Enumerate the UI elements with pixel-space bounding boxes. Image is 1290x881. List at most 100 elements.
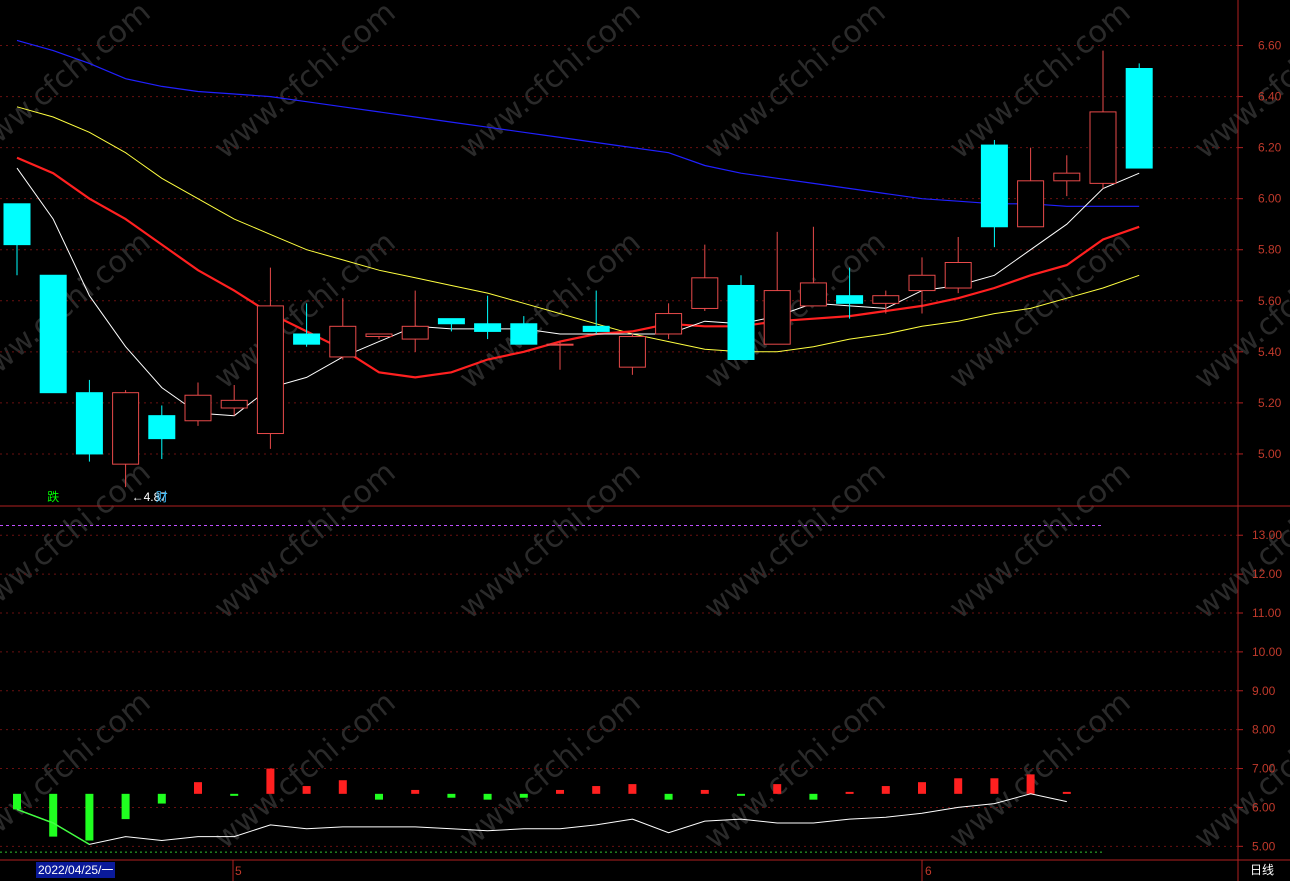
watermark-text: www.cfchi.com: [943, 455, 1138, 626]
sub-y-tick-label: 12.00: [1252, 567, 1282, 581]
watermark-text: www.cfchi.com: [698, 455, 893, 626]
indicator-bar-up: [411, 789, 420, 794]
candle-down: [510, 323, 538, 345]
candle-down: [3, 203, 31, 246]
main-y-tick-label: 5.60: [1258, 294, 1282, 308]
indicator-bar-up: [628, 784, 637, 794]
candle-up: [799, 282, 827, 307]
watermark-text: www.cfchi.com: [698, 685, 893, 856]
indicator-bar-down: [447, 793, 456, 798]
main-y-tick-label: 5.20: [1258, 396, 1282, 410]
candle-up: [365, 333, 393, 338]
candle-up: [401, 325, 429, 340]
watermark-text: www.cfchi.com: [208, 0, 403, 166]
indicator-bar-up: [773, 784, 782, 794]
indicator-bar-up: [700, 789, 709, 794]
candle-down: [1125, 68, 1153, 169]
main-y-tick-label: 5.00: [1258, 447, 1282, 461]
candle-up: [329, 325, 357, 358]
indicator-bar-down: [230, 793, 239, 796]
sub-y-tick-label: 6.00: [1252, 800, 1276, 814]
main-y-tick-label: 6.40: [1258, 90, 1282, 104]
candle-up: [944, 262, 972, 289]
indicator-bar-down: [121, 793, 130, 820]
watermark-text: www.cfchi.com: [698, 225, 893, 396]
indicator-bar-up: [338, 780, 347, 794]
watermark-text: www.cfchi.com: [208, 225, 403, 396]
candle-up: [256, 305, 284, 435]
sub-y-tick-label: 13.00: [1252, 528, 1282, 542]
main-y-tick-label: 5.40: [1258, 345, 1282, 359]
indicator-bar-up: [918, 782, 926, 794]
indicator-bar-up: [194, 782, 202, 794]
indicator-bar-up: [266, 768, 275, 794]
indicator-bar-up: [990, 778, 999, 794]
candle-up: [763, 290, 791, 345]
candle-up: [655, 313, 683, 335]
indicator-bar-up: [954, 778, 963, 794]
main-y-tick-label: 6.00: [1258, 192, 1282, 206]
candle-up: [908, 274, 936, 292]
indicator-bar-up: [845, 791, 854, 794]
sub-y-tick-label: 11.00: [1252, 606, 1281, 620]
indicator-line: [16, 793, 1067, 845]
candle-up: [1017, 180, 1045, 228]
candle-up: [546, 343, 574, 346]
indicator-bar-up: [1062, 791, 1071, 794]
indicator-bar-down: [13, 793, 21, 810]
month-5-label: 5: [235, 864, 242, 878]
watermark-text: www.cfchi.com: [698, 0, 893, 166]
watermark-text: www.cfchi.com: [0, 685, 157, 856]
indicator-bar-up: [302, 786, 311, 794]
candle-up: [184, 394, 212, 422]
watermark-text: www.cfchi.com: [208, 685, 403, 856]
watermark-text: www.cfchi.com: [0, 225, 157, 396]
candle-up: [872, 295, 900, 304]
indicator-bar-down: [737, 793, 745, 796]
indicator-bar-down: [664, 793, 673, 800]
sub-y-tick-label: 9.00: [1252, 684, 1276, 698]
sub-y-tick-label: 8.00: [1252, 723, 1276, 737]
main-y-tick-label: 6.20: [1258, 141, 1282, 155]
indicator-bar-up: [592, 786, 601, 794]
period-label[interactable]: 日线: [1250, 862, 1274, 879]
event-marker: 财: [156, 490, 168, 504]
candle-down: [148, 415, 176, 440]
chart-canvas: www.cfchi.com www.cfchi.com www.cfchi.com w…: [0, 0, 1290, 881]
watermark-text: www.cfchi.com: [453, 0, 648, 166]
indicator-bar-down: [375, 793, 383, 800]
month-6-label: 6: [925, 864, 932, 878]
candle-down: [39, 274, 67, 394]
indicator-bar-down: [519, 793, 528, 798]
main-y-tick-label: 5.80: [1258, 243, 1282, 257]
candle-down: [582, 325, 610, 332]
candle-down: [293, 333, 321, 345]
indicator-bar-down: [85, 793, 94, 841]
cursor-date-label: 2022/04/25/一: [36, 862, 116, 878]
watermark-text: www.cfchi.com: [453, 455, 648, 626]
watermark-text: www.cfchi.com: [0, 455, 157, 626]
watermark-text: www.cfchi.com: [208, 455, 403, 626]
candle-up: [1089, 111, 1117, 184]
candle-up: [1053, 172, 1081, 182]
main-y-tick-label: 6.60: [1258, 39, 1282, 53]
candle-up: [618, 336, 646, 368]
indicator-bar-down: [157, 793, 166, 804]
watermark-text: www.cfchi.com: [943, 225, 1138, 396]
sub-y-tick-label: 7.00: [1252, 762, 1276, 776]
candle-down: [980, 144, 1008, 228]
watermark-text: www.cfchi.com: [943, 685, 1138, 856]
indicator-bar-up: [1026, 774, 1035, 794]
candle-up: [112, 392, 140, 465]
indicator-bar-down: [49, 793, 58, 837]
sub-y-tick-label: 10.00: [1252, 645, 1282, 659]
candle-down: [437, 318, 465, 325]
candle-down: [75, 392, 103, 455]
indicator-bar-up: [556, 789, 564, 794]
candle-up: [220, 399, 248, 409]
watermark-text: www.cfchi.com: [0, 0, 157, 166]
indicator-bar-down: [483, 793, 492, 800]
candle-down: [474, 323, 502, 332]
indicator-bar-up: [881, 786, 890, 794]
indicator-bar-down: [809, 793, 818, 800]
